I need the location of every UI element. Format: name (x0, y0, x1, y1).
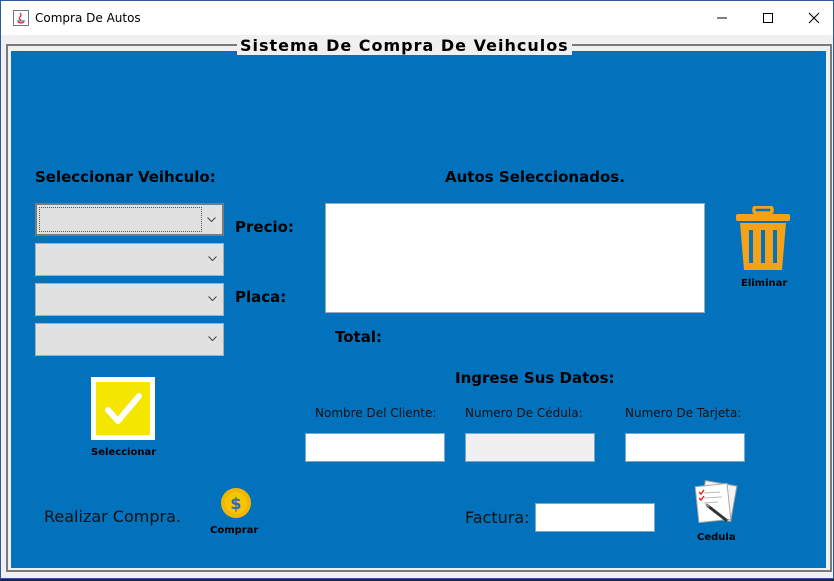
invoice-field[interactable] (535, 503, 655, 532)
selected-cars-label: Autos Seleccionados. (445, 168, 625, 186)
window-title: Compra De Autos (35, 11, 141, 25)
vehicle-combo-3[interactable] (35, 283, 224, 316)
plate-label: Placa: (235, 288, 287, 306)
card-number-label: Numero De Tarjeta: (625, 406, 742, 420)
chevron-down-icon (208, 336, 217, 342)
client-name-label: Nombre Del Cliente: (315, 406, 437, 420)
invoice-label: Factura: (465, 508, 530, 527)
buy-button[interactable]: $ (220, 487, 252, 519)
select-vehicle-label: Seleccionar Veihculo: (35, 168, 216, 186)
vehicle-combo-2[interactable] (35, 243, 224, 276)
make-purchase-label: Realizar Compra. (44, 507, 181, 526)
buy-button-label: Comprar (210, 525, 259, 536)
chevron-down-icon (208, 256, 217, 262)
enter-data-heading: Ingrese Sus Datos: (455, 369, 615, 387)
maximize-button[interactable] (745, 1, 791, 35)
chevron-down-icon (207, 217, 216, 223)
minimize-button[interactable] (699, 1, 745, 35)
close-button[interactable] (791, 1, 834, 35)
java-app-icon (13, 10, 29, 26)
maximize-icon (763, 13, 773, 23)
card-number-field[interactable] (625, 433, 745, 462)
select-button[interactable] (91, 377, 155, 440)
panel-title: Sistema De Compra De Veihculos (237, 37, 572, 55)
selected-cars-list[interactable] (325, 203, 705, 313)
delete-button[interactable] (735, 205, 791, 272)
id-card-button-label: Cedula (697, 532, 736, 543)
delete-button-label: Eliminar (741, 278, 788, 289)
id-number-field[interactable] (465, 433, 595, 462)
title-bar: Compra De Autos (1, 1, 833, 35)
document-pen-icon (694, 479, 738, 524)
checkmark-icon (91, 377, 155, 440)
vehicle-combo-1[interactable] (35, 203, 224, 236)
chevron-down-icon (208, 296, 217, 302)
trash-icon (736, 205, 790, 270)
close-icon (808, 12, 820, 24)
id-number-label: Numero De Cédula: (465, 406, 583, 420)
price-label: Precio: (235, 218, 294, 236)
client-name-field[interactable] (305, 433, 445, 462)
svg-text:$: $ (230, 494, 241, 513)
dollar-coin-icon: $ (221, 488, 251, 518)
vehicle-combo-4[interactable] (35, 323, 224, 356)
select-button-label: Seleccionar (91, 447, 157, 458)
minimize-icon (717, 17, 727, 19)
total-label: Total: (335, 328, 382, 346)
id-card-button[interactable] (688, 479, 740, 524)
